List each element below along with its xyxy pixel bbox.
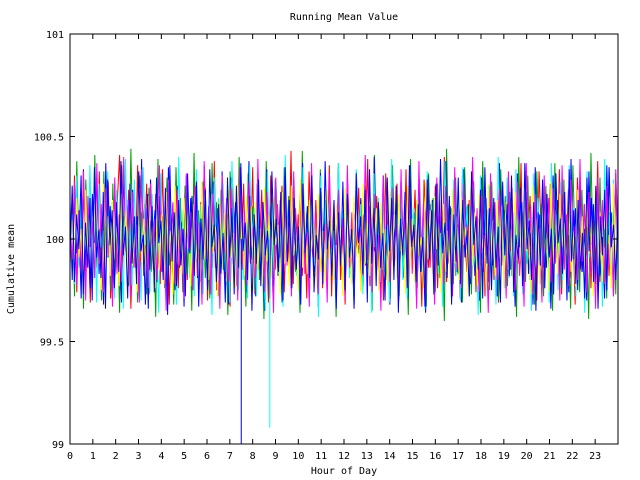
x-axis-label: Hour of Day [311,466,377,477]
x-tick-label-14: 14 [384,451,396,462]
chart: 0 1 2 3 4 5 6 7 8 9 10 11 12 13 14 15 16 17 18 19 20 21 22 2399… [0,0,640,480]
x-tick-label-20: 20 [521,451,533,462]
y-tick-label-1: 99.5 [40,338,64,349]
x-tick-label-8: 8 [250,451,256,462]
x-tick-label-0: 0 [67,451,73,462]
x-tick-label-9: 9 [272,451,278,462]
x-tick-label-23: 23 [589,451,601,462]
y-axis-label: Cumulative mean [6,224,17,314]
x-tick-label-19: 19 [498,451,510,462]
x-tick-label-22: 22 [566,451,578,462]
x-tick-label-4: 4 [158,451,164,462]
y-tick-label-2: 100 [46,235,64,246]
y-tick-label-4: 101 [46,30,64,41]
y-tick-label-3: 100.5 [34,133,64,144]
x-tick-label-17: 17 [452,451,464,462]
x-tick-label-18: 18 [475,451,487,462]
x-tick-label-15: 15 [406,451,418,462]
x-tick-label-21: 21 [543,451,555,462]
x-tick-label-7: 7 [227,451,233,462]
chart-title: Running Mean Value [290,12,398,23]
x-tick-label-10: 10 [292,451,304,462]
x-tick-label-1: 1 [90,451,96,462]
x-tick-label-11: 11 [315,451,327,462]
x-tick-label-12: 12 [338,451,350,462]
x-tick-label-16: 16 [429,451,441,462]
x-tick-label-3: 3 [135,451,141,462]
y-tick-label-0: 99 [52,440,64,451]
x-tick-label-6: 6 [204,451,210,462]
x-tick-label-2: 2 [113,451,119,462]
x-tick-label-5: 5 [181,451,187,462]
x-tick-label-13: 13 [361,451,373,462]
